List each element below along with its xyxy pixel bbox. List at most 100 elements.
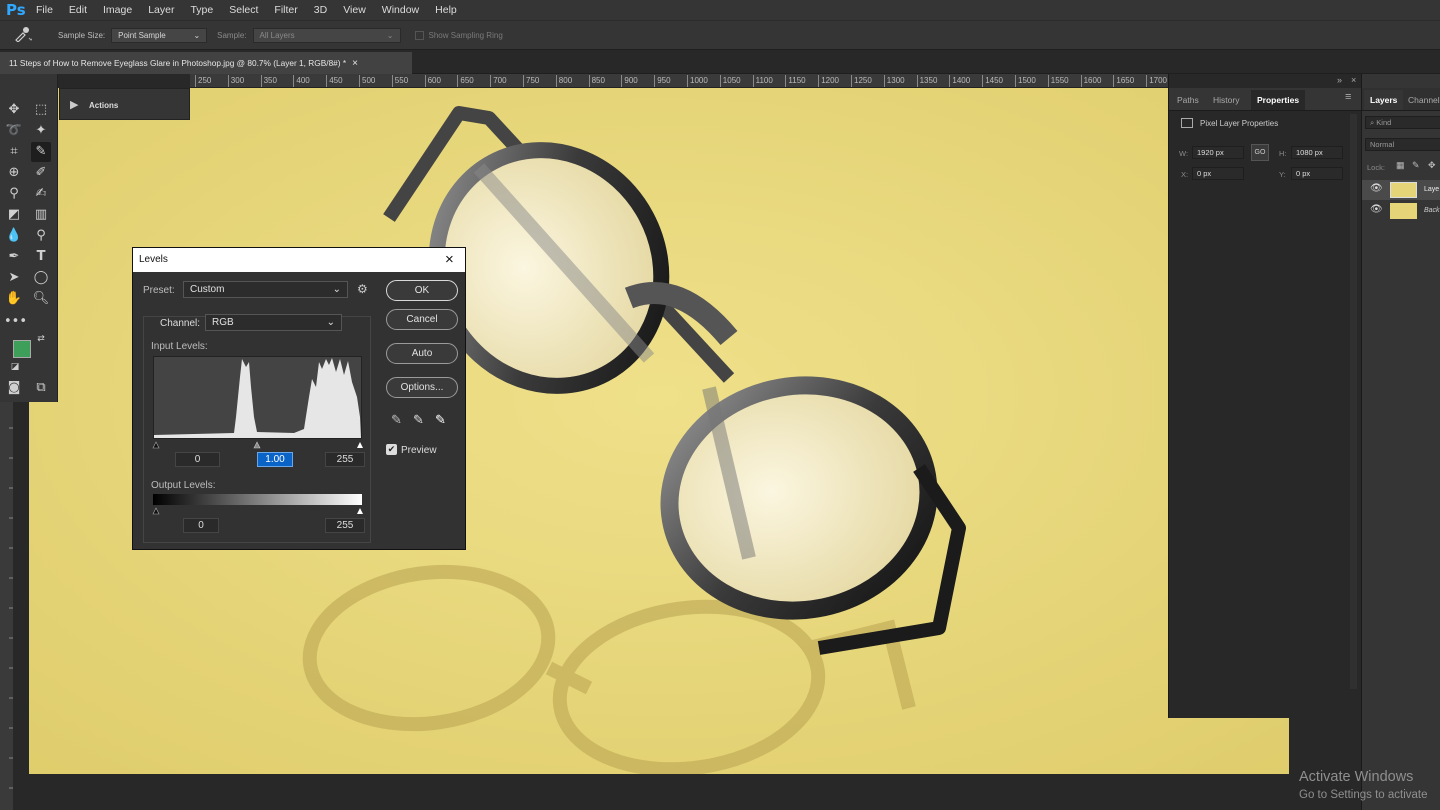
blend-mode-select[interactable]: Normal [1365, 138, 1440, 151]
sample-size-select[interactable]: Point Sample ⌄ [111, 27, 208, 43]
actions-panel[interactable]: ▶ Actions [59, 88, 190, 120]
menu-image[interactable]: Image [95, 4, 140, 16]
channel-label: Channel: [160, 318, 201, 329]
tab-history[interactable]: History [1207, 90, 1245, 110]
document-tab[interactable]: 11 Steps of How to Remove Eyeglass Glare… [0, 52, 412, 74]
menu-window[interactable]: Window [374, 4, 427, 16]
foreground-color-swatch[interactable] [13, 340, 31, 358]
input-sliders[interactable] [148, 439, 368, 449]
link-dimensions-icon[interactable]: GO [1251, 144, 1269, 161]
close-dialog-icon[interactable]: × [445, 248, 454, 272]
eye-visibility-icon[interactable]: 👁︎ [1370, 183, 1383, 194]
eyedropper-tool-icon[interactable]: ✎ [31, 142, 51, 162]
width-field[interactable]: 1920 px [1192, 146, 1244, 159]
properties-scrollbar[interactable] [1350, 114, 1357, 689]
channel-value: RGB [212, 317, 234, 328]
gray-eyedropper-icon[interactable]: ✎ [413, 412, 424, 428]
preset-options-gear-icon[interactable]: ⚙ [357, 282, 368, 296]
swap-colors-icon[interactable]: ⇄ [34, 332, 48, 346]
layer-filter-kind[interactable]: ⌕ Kind [1365, 116, 1440, 129]
layer-row[interactable]: 👁︎ Laye [1362, 180, 1440, 200]
sample-select[interactable]: All Layers ⌄ [252, 27, 401, 43]
input-gamma-field[interactable]: 1.00 [257, 452, 293, 467]
menu-3d[interactable]: 3D [306, 4, 335, 16]
lasso-tool-icon[interactable]: ➰ [4, 121, 24, 141]
input-black-field[interactable]: 0 [175, 452, 220, 467]
gradient-tool-icon[interactable]: ▥ [31, 205, 51, 225]
y-field[interactable]: 0 px [1291, 167, 1343, 180]
menu-filter[interactable]: Filter [266, 4, 305, 16]
menu-type[interactable]: Type [182, 4, 221, 16]
activate-windows-title: Activate Windows [1299, 769, 1414, 785]
preview-checkbox[interactable]: ✔ [386, 444, 397, 455]
output-white-field[interactable]: 255 [325, 518, 365, 533]
output-black-field[interactable]: 0 [183, 518, 219, 533]
ruler-tick-label: 1700 [1146, 75, 1167, 87]
panel-menu-icon[interactable]: ≡ [1345, 91, 1351, 103]
quick-mask-icon[interactable]: ◙ [4, 378, 24, 398]
eyedropper-icon[interactable] [14, 26, 38, 44]
marquee-tool-icon[interactable]: ⬚ [31, 100, 51, 120]
history-brush-icon[interactable]: ✍ [31, 184, 51, 204]
tab-layers[interactable]: Layers [1364, 90, 1404, 110]
preset-value: Custom [190, 284, 225, 295]
pen-tool-icon[interactable]: ✒ [4, 247, 24, 267]
close-panel-icon[interactable]: × [1351, 75, 1356, 85]
y-label: Y: [1279, 170, 1286, 179]
eraser-tool-icon[interactable]: ◩ [4, 205, 24, 225]
tab-paths[interactable]: Paths [1171, 90, 1205, 110]
x-label: X: [1181, 170, 1189, 179]
blur-tool-icon[interactable]: 💧 [4, 226, 24, 246]
levels-title-bar[interactable]: Levels × [133, 248, 465, 272]
menu-select[interactable]: Select [221, 4, 266, 16]
zoom-tool-icon[interactable]: 🔍︎ [31, 289, 51, 309]
lock-pixels-icon[interactable]: ▦ [1396, 160, 1405, 171]
ok-button[interactable]: OK [386, 280, 458, 301]
tab-channels[interactable]: Channels [1402, 90, 1440, 110]
ellipse-tool-icon[interactable]: ◯ [31, 268, 51, 288]
menu-view[interactable]: View [335, 4, 374, 16]
lock-move-icon[interactable]: ✥ [1428, 160, 1436, 171]
sample-size-label: Sample Size: [58, 30, 106, 40]
menu-help[interactable]: Help [427, 4, 465, 16]
ruler-tick-label: 1650 [1113, 75, 1134, 87]
menu-layer[interactable]: Layer [140, 4, 182, 16]
collapse-icon[interactable]: » [1337, 75, 1342, 85]
crop-tool-icon[interactable]: ⌗ [4, 142, 24, 162]
magic-wand-icon[interactable]: ✦ [31, 121, 51, 141]
x-field[interactable]: 0 px [1192, 167, 1244, 180]
type-tool-icon[interactable]: T [31, 247, 51, 267]
close-tab-icon[interactable]: × [352, 58, 358, 69]
more-tools-icon[interactable]: ••• [4, 312, 27, 332]
channel-select[interactable]: RGB ⌄ [205, 314, 342, 331]
black-eyedropper-icon[interactable]: ✎ [391, 412, 402, 428]
menu-edit[interactable]: Edit [61, 4, 95, 16]
healing-brush-icon[interactable]: ⊕ [4, 163, 24, 183]
move-tool-icon[interactable]: ✥ [4, 100, 24, 120]
preset-select[interactable]: Custom ⌄ [183, 281, 348, 298]
auto-button[interactable]: Auto [386, 343, 458, 364]
path-selection-icon[interactable]: ➤ [4, 268, 24, 288]
lock-brush-icon[interactable]: ✎ [1412, 160, 1420, 171]
options-button[interactable]: Options... [386, 377, 458, 398]
screen-mode-icon[interactable]: ⧉ [31, 378, 51, 398]
menu-file[interactable]: File [28, 4, 61, 16]
brush-tool-icon[interactable]: ✐ [31, 163, 51, 183]
eye-visibility-icon[interactable]: 👁︎ [1370, 204, 1383, 215]
input-white-field[interactable]: 255 [325, 452, 365, 467]
cancel-button[interactable]: Cancel [386, 309, 458, 330]
output-levels-label: Output Levels: [151, 480, 216, 491]
white-eyedropper-icon[interactable]: ✎ [435, 412, 446, 428]
ruler-tick-label: 900 [621, 75, 638, 87]
layer-row[interactable]: 👁︎ Back [1362, 201, 1440, 221]
default-colors-icon[interactable]: ◪ [8, 360, 22, 374]
dodge-tool-icon[interactable]: ⚲ [31, 226, 51, 246]
sampling-ring-checkbox[interactable] [414, 30, 424, 40]
height-field[interactable]: 1080 px [1291, 146, 1343, 159]
output-sliders[interactable] [148, 505, 368, 515]
tab-properties[interactable]: Properties [1251, 90, 1306, 110]
document-tab-title: 11 Steps of How to Remove Eyeglass Glare… [9, 58, 347, 68]
hand-tool-icon[interactable]: ✋ [4, 289, 24, 309]
ruler-tick-label: 1300 [883, 75, 905, 87]
stamp-tool-icon[interactable]: ⚲ [4, 184, 24, 204]
